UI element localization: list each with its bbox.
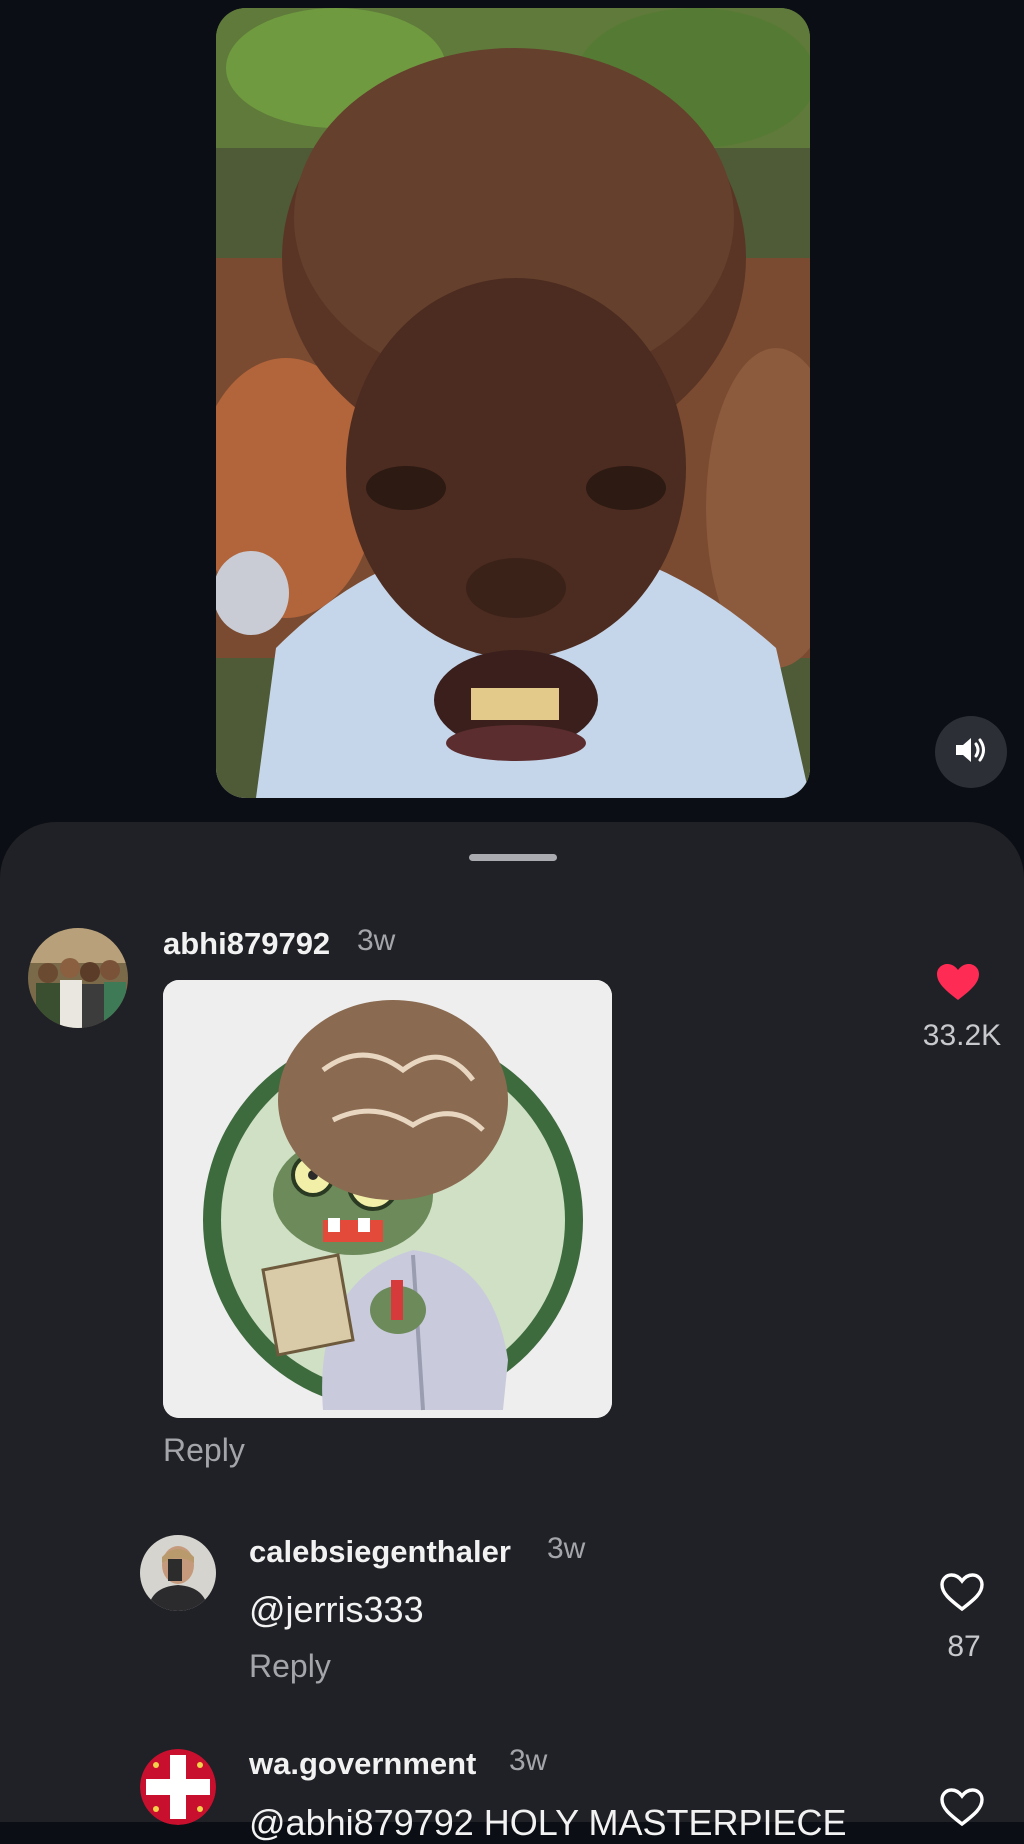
heart-filled-icon: [935, 964, 981, 1006]
like-button[interactable]: [939, 1787, 989, 1833]
comment-username[interactable]: calebsiegenthaler: [249, 1534, 511, 1570]
heart-outline-icon: [939, 1788, 985, 1831]
comment-timestamp: 3w: [509, 1744, 548, 1777]
comments-sheet: abhi879792 3w Reply 33.2K calebsiegentha…: [0, 822, 1024, 1843]
like-button[interactable]: [939, 1572, 989, 1618]
comment-username[interactable]: wa.government: [249, 1746, 476, 1782]
sound-toggle-button[interactable]: [935, 716, 1007, 788]
reply-button[interactable]: Reply: [163, 1432, 245, 1469]
reply-button[interactable]: Reply: [249, 1648, 331, 1685]
comment-timestamp: 3w: [357, 924, 396, 957]
avatar[interactable]: [140, 1535, 216, 1611]
video-thumbnail: [216, 8, 810, 798]
comment-sticker-image[interactable]: [163, 980, 612, 1418]
like-count: 87: [947, 1630, 981, 1663]
comment-text: @jerris333: [249, 1589, 424, 1630]
like-button[interactable]: [935, 962, 991, 1012]
avatar[interactable]: [28, 928, 128, 1028]
like-count: 33.2K: [922, 1019, 1002, 1052]
comment-text: @abhi879792 HOLY MASTERPIECE: [249, 1802, 847, 1843]
speaker-volume-icon: [954, 735, 988, 770]
comment-username[interactable]: abhi879792: [163, 926, 330, 962]
heart-outline-icon: [939, 1573, 985, 1616]
comment-timestamp: 3w: [547, 1532, 586, 1565]
video-frame[interactable]: [216, 8, 810, 798]
avatar[interactable]: [140, 1749, 216, 1825]
sheet-drag-handle[interactable]: [469, 854, 557, 861]
video-player[interactable]: [0, 0, 1024, 830]
